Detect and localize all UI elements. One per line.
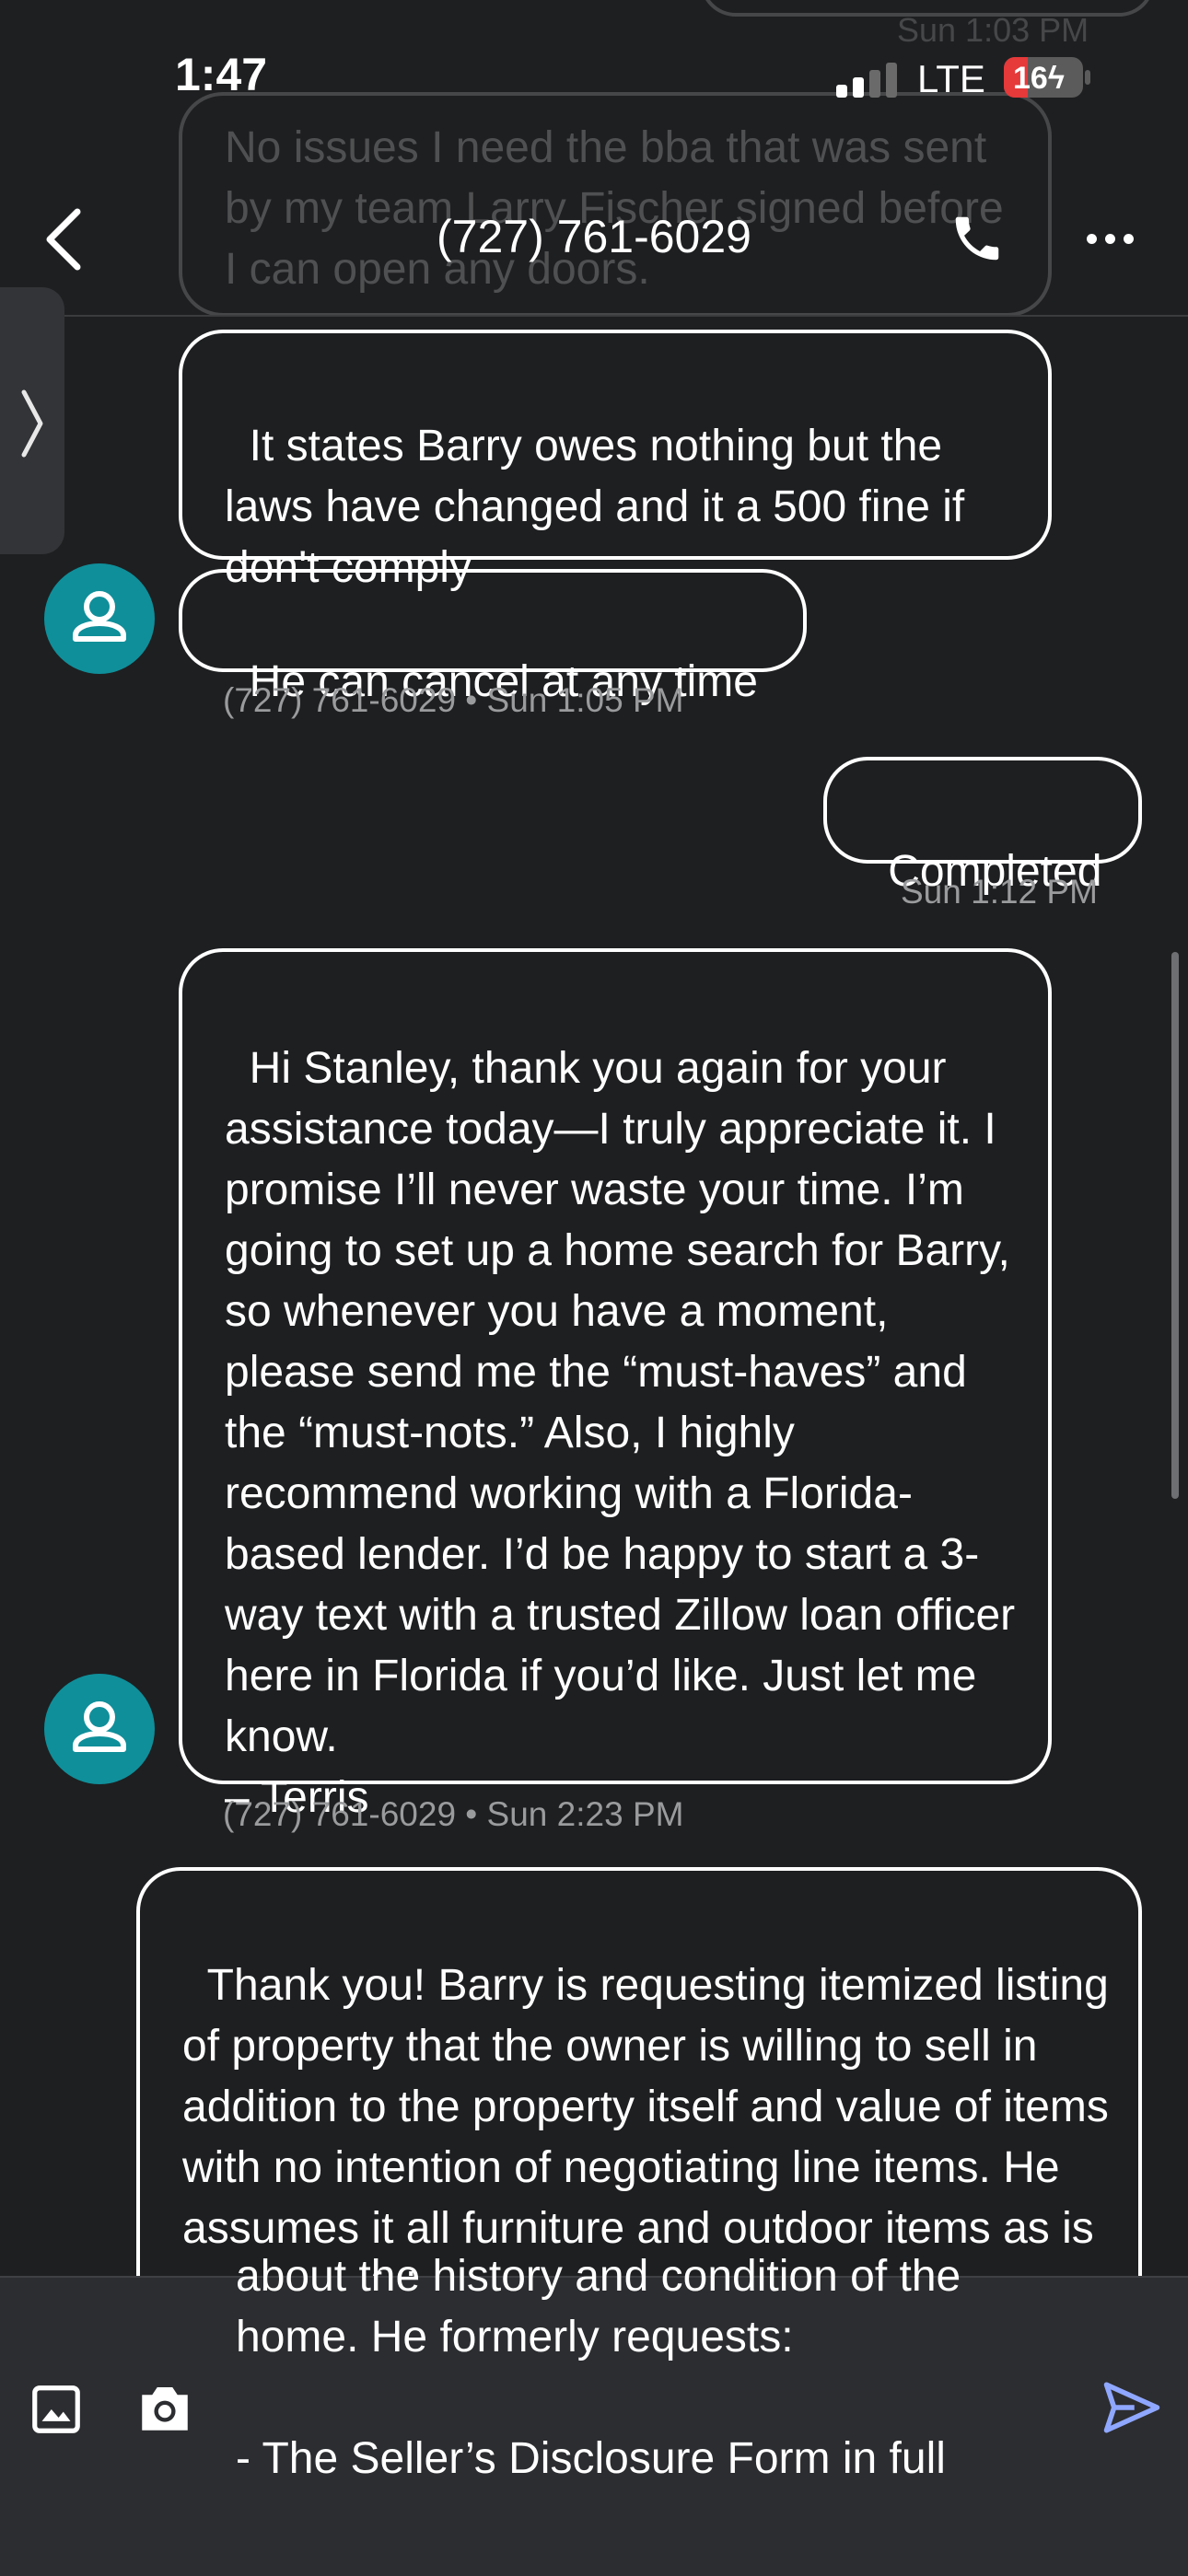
faded-timestamp: Sun 1:03 PM — [897, 11, 1089, 49]
message-meta: (727) 761-6029 • Sun 1:05 PM — [223, 681, 684, 719]
message-bubble-incoming[interactable]: He can cancel at any time — [179, 569, 807, 706]
charging-bolt-icon: ϟ — [1047, 61, 1065, 96]
contact-avatar[interactable] — [44, 1674, 155, 1784]
compose-input[interactable]: about the history and condition of the h… — [236, 2246, 1065, 2486]
message-meta: Sun 1:12 PM — [901, 873, 1098, 911]
contact-avatar[interactable] — [44, 563, 155, 674]
more-horizontal-icon[interactable] — [1087, 234, 1134, 244]
send-icon[interactable] — [1101, 2379, 1162, 2436]
battery-nub — [1085, 70, 1090, 85]
chevron-right-icon — [21, 389, 43, 458]
battery-icon: 16ϟ — [1004, 57, 1083, 98]
message-bubble-incoming[interactable]: It states Barry owes nothing but the law… — [179, 330, 1052, 592]
person-icon — [73, 1701, 126, 1752]
message-bubble-incoming[interactable]: Hi Stanley, thank you again for your ass… — [179, 948, 1052, 1822]
phone-icon[interactable] — [949, 210, 1006, 267]
conversation-title: (727) 761-6029 — [437, 211, 751, 262]
message-text: It states Barry owes nothing but the law… — [225, 422, 977, 592]
battery-level: 16 — [1013, 61, 1048, 96]
message-bubble-outgoing[interactable]: Completed — [823, 757, 1142, 896]
network-type: LTE — [917, 57, 985, 100]
image-icon[interactable] — [28, 2381, 85, 2438]
message-text: Hi Stanley, thank you again for your ass… — [225, 1044, 1016, 1822]
scrollbar[interactable] — [1171, 952, 1179, 1499]
message-meta: (727) 761-6029 • Sun 2:23 PM — [223, 1795, 684, 1833]
status-time: 1:47 — [175, 49, 268, 100]
person-icon — [73, 591, 126, 642]
camera-icon[interactable] — [134, 2379, 195, 2436]
signal-icon — [836, 61, 897, 98]
